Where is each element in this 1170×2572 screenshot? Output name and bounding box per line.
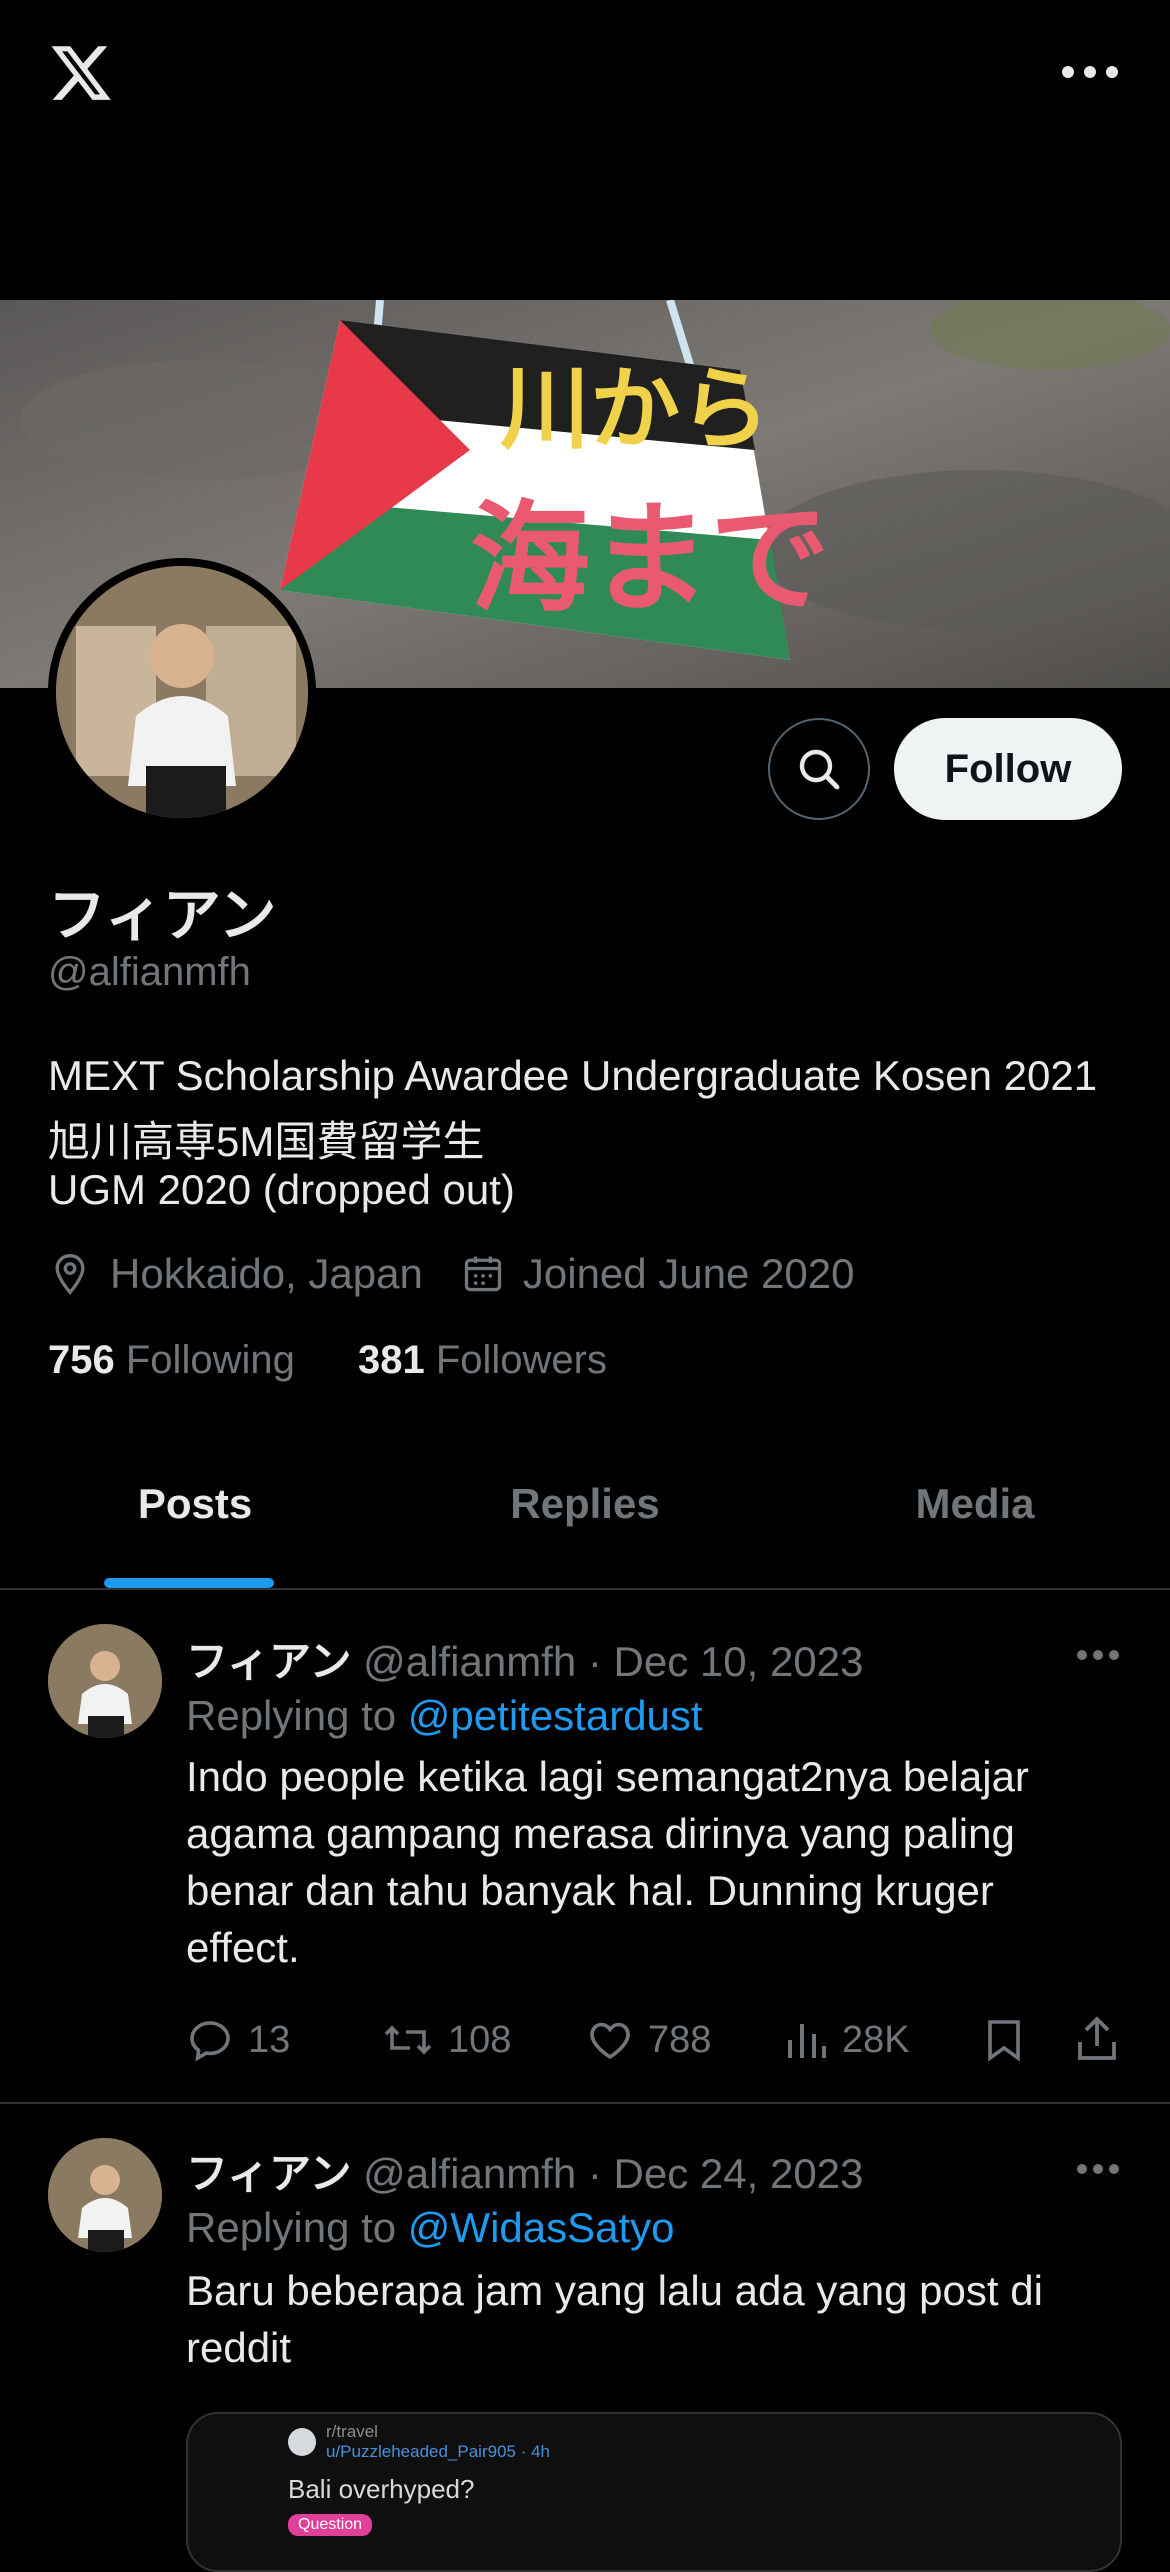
subreddit-avatar — [288, 2428, 316, 2456]
followers-count: 381 — [357, 1338, 425, 1382]
active-tab-indicator — [104, 1578, 274, 1588]
tweet-text-line: agama gampang merasa dirinya yang paling — [186, 1810, 1015, 1857]
tab-media[interactable]: Media — [780, 1480, 1170, 1528]
replying-to: Replying to @WidasSatyo — [186, 2204, 675, 2252]
tweet-text: Baru beberapa jam yang lalu ada yang pos… — [186, 2262, 1106, 2376]
views-count: 28K — [842, 2018, 910, 2061]
search-button[interactable] — [768, 718, 870, 820]
card-subreddit: r/travel — [326, 2422, 378, 2441]
like-icon — [590, 2022, 630, 2060]
display-name: フィアン — [48, 883, 277, 948]
bio-line-3: UGM 2020 (dropped out) — [48, 1166, 515, 1213]
share-button[interactable] — [1074, 2014, 1134, 2064]
tweet-date[interactable]: · Dec 24, 2023 — [588, 2150, 864, 2197]
reply-button[interactable]: 13 — [186, 2016, 290, 2064]
replying-to-prefix: Replying to — [186, 1692, 397, 1739]
tab-replies[interactable]: Replies — [390, 1480, 780, 1528]
tweet-more-icon[interactable] — [1076, 2162, 1120, 2174]
replying-to-link[interactable]: @WidasSatyo — [408, 2204, 675, 2251]
tweet-author-handle[interactable]: @alfianmfh — [363, 2150, 576, 2197]
replying-to-prefix: Replying to — [186, 2204, 397, 2251]
tweet-text-line: reddit — [186, 2324, 292, 2371]
tweet-more-icon[interactable] — [1076, 1648, 1120, 1660]
follow-button[interactable]: Follow — [894, 718, 1122, 820]
tweet-avatar[interactable] — [48, 1624, 162, 1738]
like-button[interactable]: 788 — [586, 2016, 711, 2064]
joined-text: Joined June 2020 — [522, 1250, 855, 1297]
card-title: Bali overhyped? — [288, 2474, 475, 2504]
tweet-author-name[interactable]: フィアン — [186, 2150, 351, 2197]
followers-link[interactable]: 381 Followers — [358, 1338, 607, 1382]
top-bar — [0, 0, 1170, 300]
profile-avatar[interactable] — [48, 558, 316, 826]
handle: @alfianmfh — [48, 950, 251, 994]
following-label: Following — [125, 1338, 295, 1382]
search-icon — [799, 749, 840, 790]
banner-sign-line1: 川から — [500, 357, 770, 462]
tweet-media-card[interactable]: r/travel u/Puzzleheaded_Pair905 · 4h Bal… — [186, 2412, 1122, 2572]
replying-to: Replying to @petitestardust — [186, 1692, 703, 1740]
repost-icon — [384, 2025, 432, 2055]
following-count: 756 — [48, 1338, 115, 1382]
tweet-date[interactable]: · Dec 10, 2023 — [588, 1638, 864, 1685]
following-link[interactable]: 756 Following — [48, 1338, 295, 1382]
location-text: Hokkaido, Japan — [110, 1250, 423, 1297]
bookmark-icon — [988, 2020, 1020, 2062]
tweet-text-line: benar dan tahu banyak hal. Dunning kruge… — [186, 1867, 994, 1914]
replying-to-link[interactable]: @petitestardust — [408, 1692, 703, 1739]
tweet-divider — [0, 2102, 1170, 2104]
tweet-text-line: Baru beberapa jam yang lalu ada yang pos… — [186, 2267, 1043, 2314]
tweet-header: フィアン @alfianmfh · Dec 24, 2023 — [186, 2140, 863, 2201]
tweet-avatar[interactable] — [48, 2138, 162, 2252]
tabs-divider — [0, 1588, 1170, 1590]
tweet-author-name[interactable]: フィアン — [186, 1638, 351, 1685]
reply-icon — [190, 2021, 230, 2062]
bio-line-1: MEXT Scholarship Awardee Undergraduate K… — [48, 1052, 1098, 1099]
bio-line-2: 旭川高専5M国費留学生 — [48, 1118, 485, 1165]
x-logo-icon[interactable] — [48, 40, 114, 106]
tweet-text-line: Indo people ketika lagi semangat2nya bel… — [186, 1753, 1029, 1800]
followers-label: Followers — [435, 1338, 607, 1382]
share-icon — [1078, 2016, 1116, 2060]
card-user: u/Puzzleheaded_Pair905 · 4h — [326, 2442, 550, 2461]
follow-stats: 756 Following 381 Followers — [48, 1338, 607, 1383]
views-icon — [788, 2024, 826, 2058]
like-count: 788 — [648, 2018, 712, 2061]
card-flair: Question — [288, 2514, 373, 2536]
more-options-icon[interactable] — [1058, 60, 1122, 84]
reply-count: 13 — [248, 2018, 291, 2061]
banner-sign-line2: 海まで — [470, 490, 830, 629]
tweet-author-handle[interactable]: @alfianmfh — [363, 1638, 576, 1685]
views-button[interactable]: 28K — [784, 2016, 910, 2064]
repost-button[interactable]: 108 — [382, 2016, 511, 2064]
profile-meta: Hokkaido, Japan Joined June 2020 — [48, 1250, 855, 1298]
calendar-icon — [464, 1256, 502, 1292]
bookmark-button[interactable] — [982, 2016, 1040, 2064]
tweet-text: Indo people ketika lagi semangat2nya bel… — [186, 1748, 1106, 1976]
repost-count: 108 — [448, 2018, 512, 2061]
tab-posts[interactable]: Posts — [0, 1480, 390, 1528]
location-icon — [55, 1254, 85, 1295]
tweet-text-line: effect. — [186, 1924, 300, 1971]
tweet-header: フィアン @alfianmfh · Dec 10, 2023 — [186, 1628, 863, 1689]
